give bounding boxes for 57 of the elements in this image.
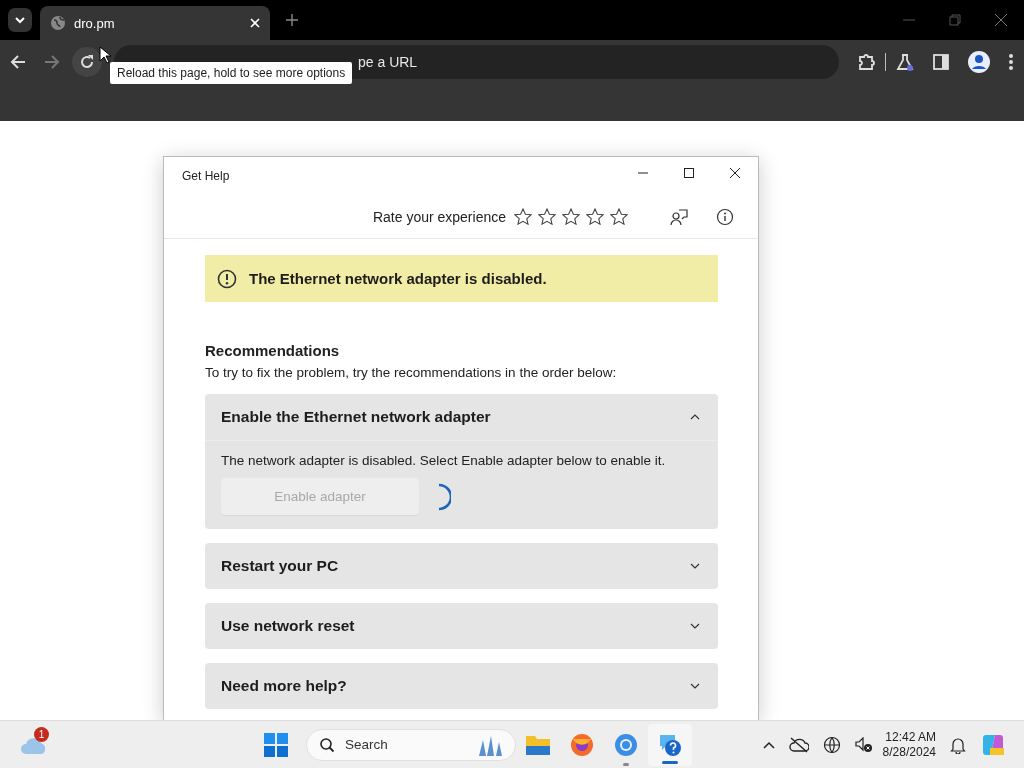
reload-button[interactable]: [72, 47, 102, 77]
section-heading: Recommendations: [205, 342, 341, 359]
globe-icon[interactable]: [822, 735, 841, 754]
window-title: Get Help: [182, 169, 230, 183]
star-icon[interactable]: [610, 207, 628, 226]
clock[interactable]: 12:42 AM 8/28/2024: [882, 729, 936, 760]
chevron-down-icon: [14, 14, 26, 26]
mouse-pointer-icon: [99, 46, 111, 64]
help-app-icon[interactable]: [658, 732, 682, 757]
alert-message: The Ethernet network adapter is disabled.: [249, 270, 547, 287]
notification-badge: 1: [34, 726, 49, 742]
browser-tab[interactable]: dro.pm: [40, 6, 270, 40]
chevron-icon: [690, 563, 700, 569]
start-icon[interactable]: [264, 732, 288, 757]
new-tab-icon[interactable]: [286, 14, 298, 26]
chevron-icon: [690, 683, 700, 689]
rating-label: Rate your experience: [372, 208, 506, 225]
folder-icon[interactable]: [525, 733, 551, 756]
back-icon[interactable]: [10, 54, 26, 70]
feedback-icon[interactable]: [670, 207, 688, 226]
browser-app-icon[interactable]: [570, 732, 594, 757]
side-panel-icon[interactable]: [932, 53, 950, 71]
search-field[interactable]: Search: [343, 736, 469, 753]
browser-app-icon[interactable]: [614, 732, 638, 757]
accordion-header[interactable]: Enable the Ethernet network adapter: [205, 394, 718, 440]
info-icon[interactable]: [716, 207, 734, 226]
flask-icon[interactable]: [896, 53, 914, 71]
close-icon[interactable]: [729, 167, 741, 179]
star-rating[interactable]: [514, 207, 628, 226]
chevron-icon: [690, 414, 700, 420]
chevron-icon: [690, 623, 700, 629]
tab-title: dro.pm: [74, 15, 116, 31]
intro-text: To try to fix the problem, try the recommendations in the order below:: [205, 365, 618, 380]
bell-icon[interactable]: [950, 735, 966, 754]
menu-icon[interactable]: [1008, 53, 1014, 71]
profile-icon[interactable]: [968, 51, 990, 73]
star-icon[interactable]: [514, 207, 532, 226]
chevron-up-icon[interactable]: [762, 740, 775, 749]
puzzle-icon[interactable]: [857, 53, 875, 71]
star-icon[interactable]: [562, 207, 580, 226]
maximize-icon[interactable]: [683, 167, 695, 179]
cloud-off-icon[interactable]: [788, 736, 809, 753]
warning-icon: [217, 268, 237, 289]
search-icon: [319, 736, 335, 753]
star-icon[interactable]: [586, 207, 604, 226]
speaker-muted-icon[interactable]: [854, 736, 873, 753]
recommendation-text: The network adapter is disabled. Select Enable adapter below to enable it.: [221, 453, 667, 468]
globe-icon: [50, 15, 66, 31]
accordion-header[interactable]: Need more help?: [205, 663, 718, 709]
reload-icon: [79, 54, 95, 70]
tooltip: Reload this page, hold to see more options: [110, 62, 353, 84]
forward-icon[interactable]: [44, 54, 60, 70]
accordion-header[interactable]: Use network reset: [205, 603, 718, 649]
tab-search-button[interactable]: [8, 8, 32, 32]
accordion-header[interactable]: Restart your PC: [205, 543, 718, 589]
star-icon[interactable]: [538, 207, 556, 226]
search-bar[interactable]: Search: [306, 728, 516, 761]
